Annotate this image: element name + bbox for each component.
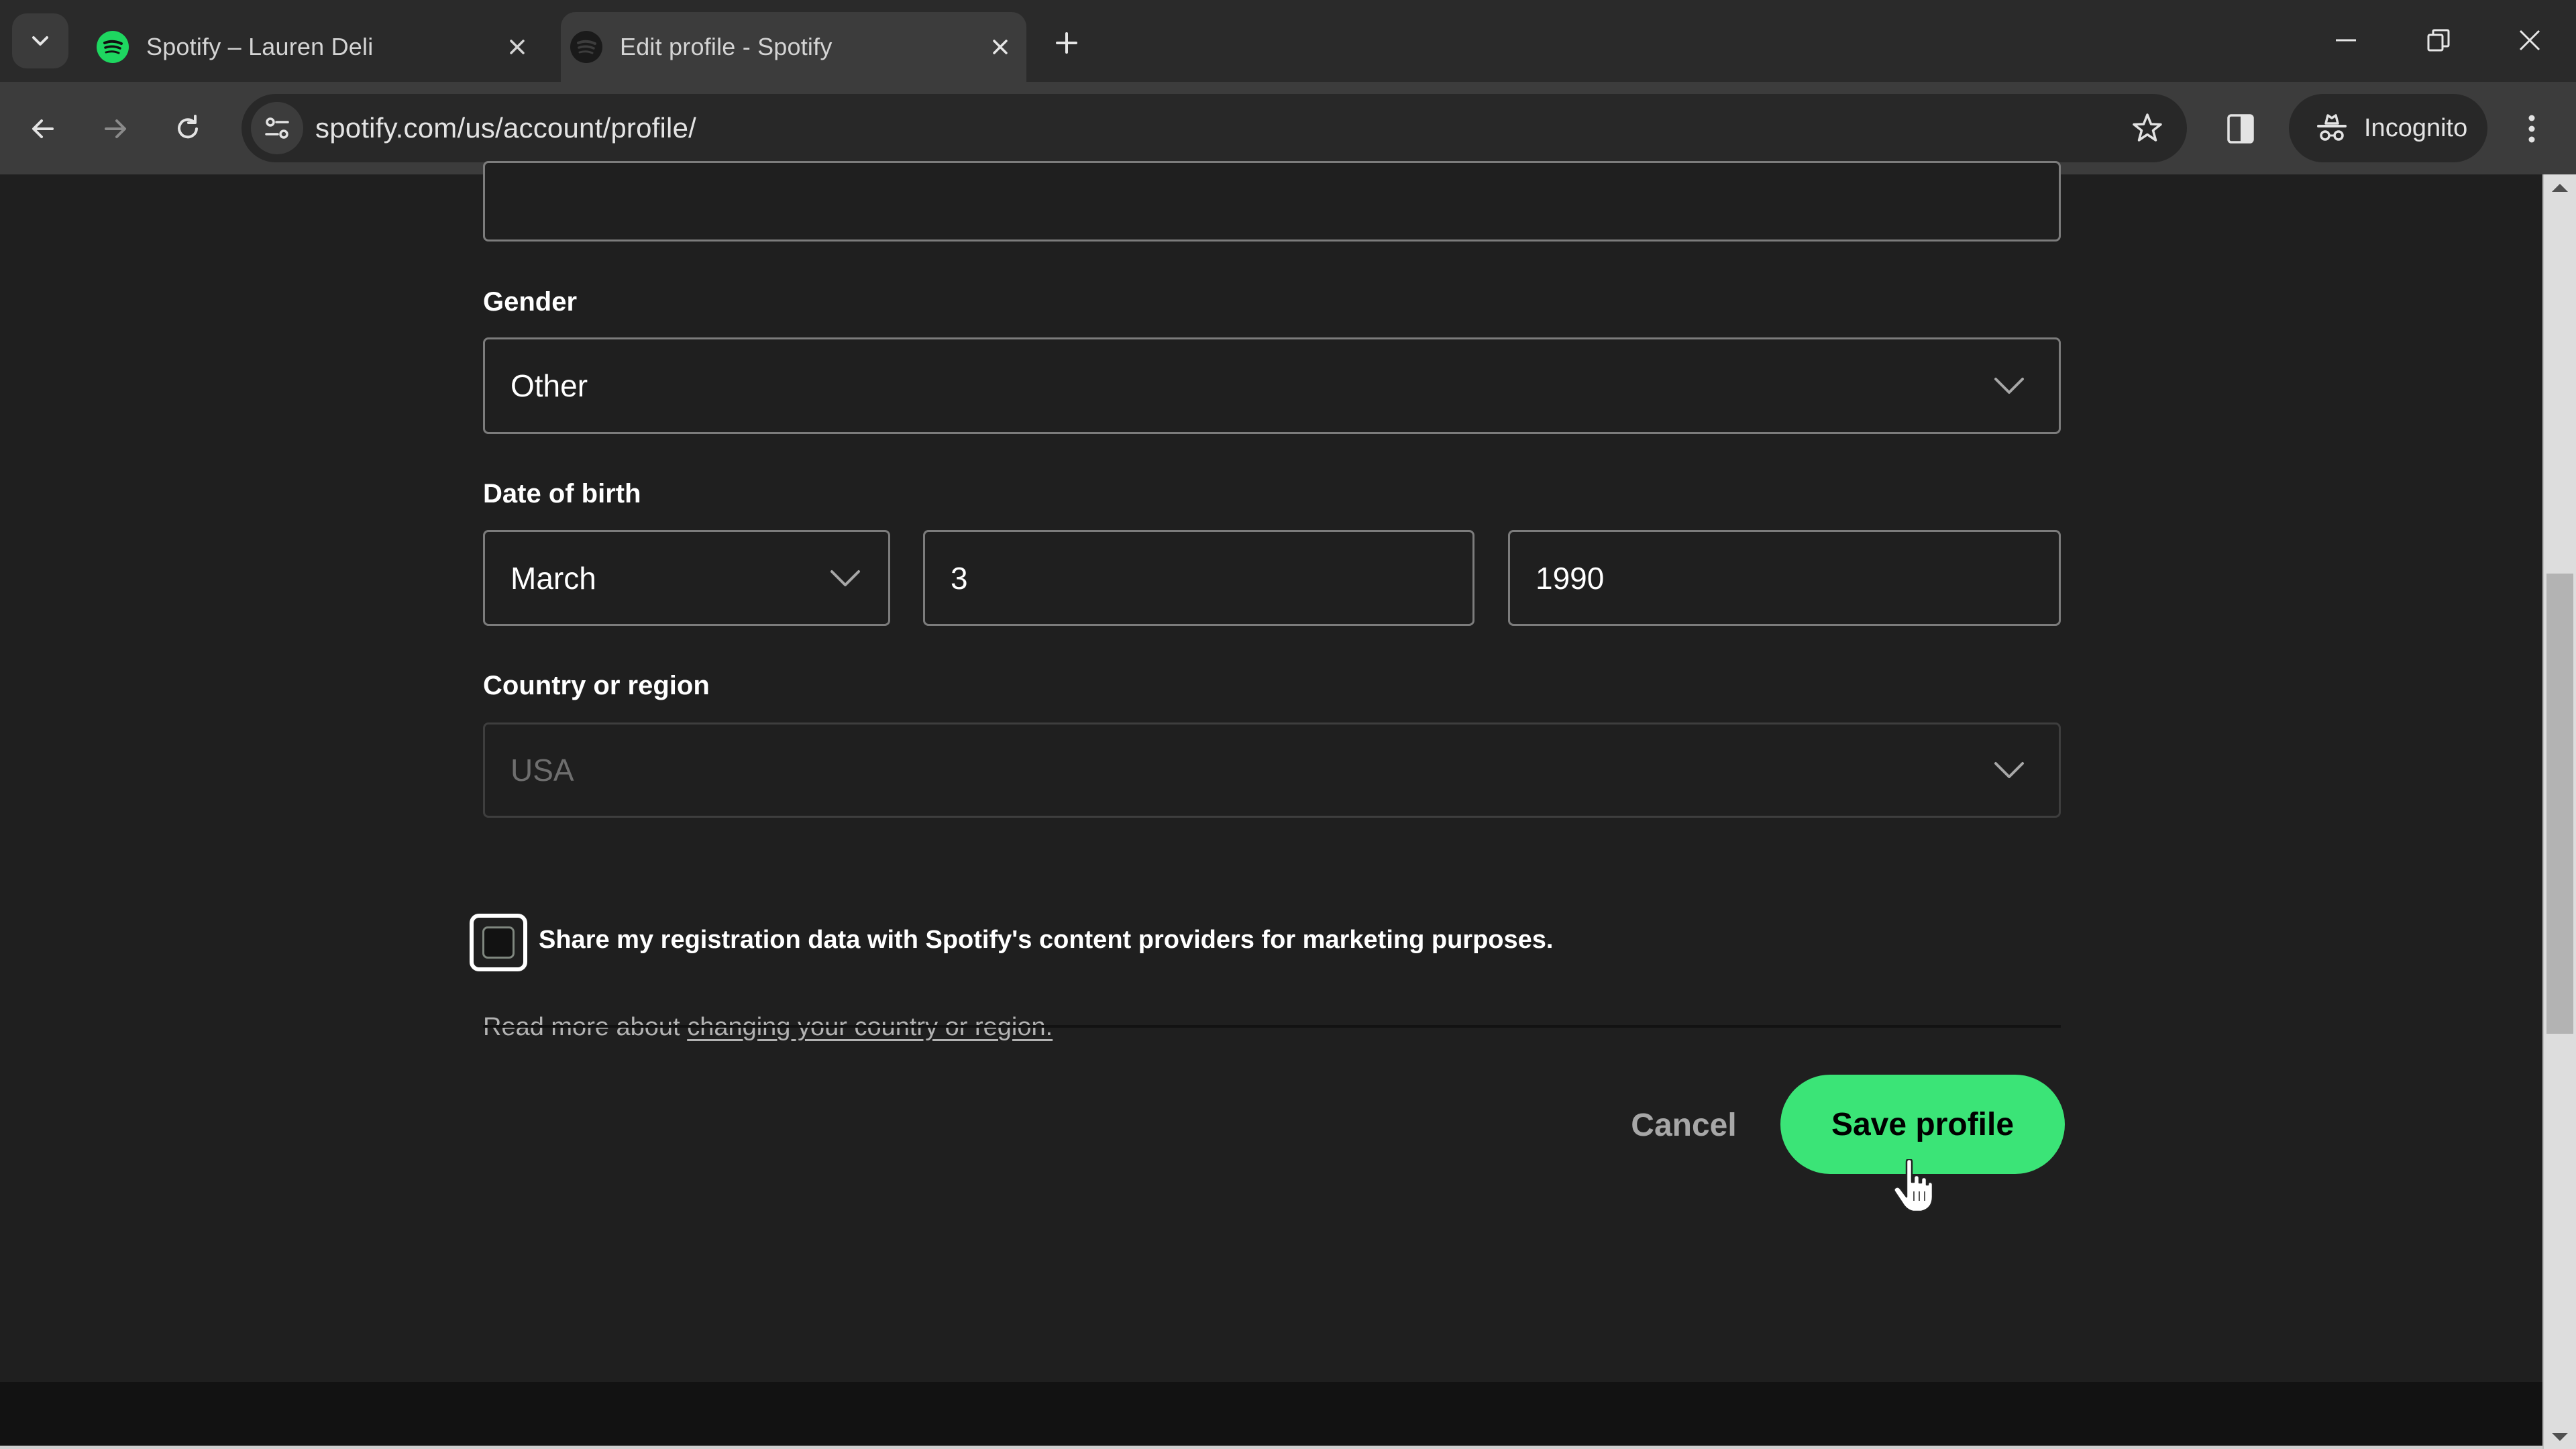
side-panel-icon (2227, 114, 2254, 144)
side-panel-button[interactable] (2214, 102, 2267, 156)
chevron-down-icon (1994, 378, 2024, 394)
marketing-consent-label[interactable]: Share my registration data with Spotify'… (539, 926, 1553, 955)
tab-close-button[interactable] (983, 30, 1017, 64)
tab-title: Edit profile - Spotify (620, 33, 833, 60)
country-select[interactable]: USA (483, 722, 2061, 818)
birth-month-select[interactable]: March (483, 530, 890, 626)
new-tab-button[interactable] (1046, 23, 1087, 63)
minimize-button[interactable] (2316, 13, 2376, 67)
previous-field-input[interactable] (483, 161, 2061, 241)
checkbox-box (482, 926, 515, 959)
gender-value: Other (511, 368, 588, 403)
incognito-badge[interactable]: Incognito (2289, 94, 2487, 162)
plus-icon (1056, 32, 1077, 54)
marketing-consent-checkbox[interactable] (470, 914, 527, 971)
restore-button[interactable] (2408, 13, 2469, 67)
date-of-birth-label: Date of birth (483, 479, 641, 508)
window-close-button[interactable] (2500, 13, 2560, 67)
reload-button[interactable] (161, 102, 215, 156)
birth-year-value: 1990 (1536, 560, 1605, 596)
arrow-right-icon (105, 119, 126, 138)
scroll-up-button[interactable] (2544, 180, 2576, 196)
tab-spotify-lauren-deli[interactable]: Spotify – Lauren Deli (87, 12, 543, 82)
tab-close-button[interactable] (500, 30, 534, 64)
close-icon (510, 40, 525, 54)
window-bottom-edge (0, 1446, 2542, 1449)
site-info-button[interactable] (251, 102, 303, 154)
reload-icon (178, 115, 198, 139)
tune-icon (265, 117, 289, 139)
country-value: USA (511, 753, 574, 788)
tab-title: Spotify – Lauren Deli (146, 33, 374, 60)
birth-day-value: 3 (951, 560, 968, 596)
gender-label: Gender (483, 287, 578, 317)
chevron-down-icon (1994, 762, 2024, 778)
address-bar[interactable]: spotify.com/us/account/profile/ (241, 94, 2187, 162)
kebab-menu-icon (2528, 115, 2535, 143)
spotify-logo-icon (570, 31, 602, 63)
tab-edit-profile[interactable]: Edit profile - Spotify (561, 12, 1026, 82)
bookmark-button[interactable] (2128, 109, 2167, 148)
back-button[interactable] (16, 102, 70, 156)
chevron-down-icon (32, 36, 48, 46)
tab-strip: Spotify – Lauren Deli Edit profile - Spo… (0, 0, 2576, 82)
forward-button[interactable] (89, 102, 142, 156)
scrollbar-thumb[interactable] (2546, 574, 2573, 1034)
page-scrollbar[interactable] (2542, 174, 2576, 1449)
arrow-left-icon (32, 119, 54, 138)
close-icon (2519, 30, 2540, 51)
chevron-down-icon (830, 570, 860, 586)
birth-year-input[interactable]: 1990 (1508, 530, 2061, 626)
gender-select[interactable]: Other (483, 337, 2061, 434)
scroll-down-button[interactable] (2544, 1429, 2576, 1445)
url-text[interactable]: spotify.com/us/account/profile/ (315, 94, 696, 162)
edit-profile-page: Gender Other Date of birth March 3 1990 … (0, 161, 2542, 1449)
minimize-icon (2336, 39, 2356, 42)
birth-day-input[interactable]: 3 (923, 530, 1474, 626)
browser-menu-button[interactable] (2505, 102, 2559, 156)
birth-month-value: March (511, 560, 596, 596)
tab-search-button[interactable] (12, 13, 68, 68)
divider (483, 1025, 2061, 1028)
close-icon (993, 40, 1008, 54)
page-footer (0, 1382, 2542, 1446)
triangle-up-icon (2552, 184, 2568, 192)
incognito-label: Incognito (2364, 113, 2468, 142)
hand-pointer-cursor-icon (1893, 1159, 1934, 1213)
restore-icon (2427, 29, 2450, 52)
cancel-button[interactable]: Cancel (1617, 1100, 1751, 1150)
country-label: Country or region (483, 671, 710, 700)
star-icon (2133, 113, 2162, 142)
incognito-icon (2312, 113, 2352, 144)
triangle-down-icon (2552, 1433, 2568, 1441)
spotify-logo-icon (97, 31, 129, 63)
